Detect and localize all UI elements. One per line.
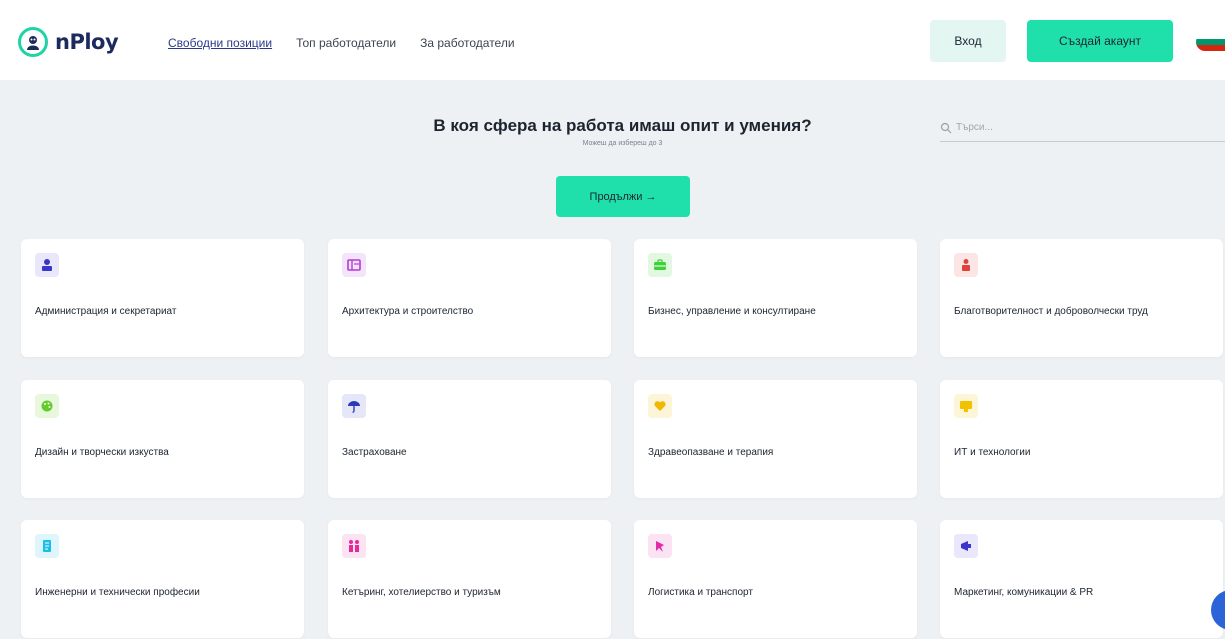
category-label: Здравеопазване и терапия (648, 447, 774, 458)
logo-text: nPloy (55, 30, 119, 54)
logo-mark-icon (18, 27, 48, 57)
umbrella-icon (342, 394, 366, 418)
search-input[interactable] (956, 122, 1196, 133)
continue-button[interactable]: Продължи → (556, 176, 690, 217)
truck-icon (648, 534, 672, 558)
category-label: Бизнес, управление и консултиране (648, 306, 816, 317)
megaphone-icon (954, 534, 978, 558)
category-card[interactable]: Маркетинг, комуникации & PR (940, 520, 1223, 638)
waiters-icon (342, 534, 366, 558)
heart-icon (648, 394, 672, 418)
category-card[interactable]: Застраховане (328, 380, 611, 498)
search-box (940, 114, 1225, 142)
search-icon (940, 122, 952, 133)
nav-for-employers[interactable]: За работодатели (420, 36, 514, 50)
category-label: Кетъринг, хотелиерство и туризъм (342, 587, 501, 598)
nav-top-employers[interactable]: Топ работодатели (296, 36, 396, 50)
category-card[interactable]: Инженерни и технически професии (21, 520, 304, 638)
category-card[interactable]: Благотворителност и доброволчески труд (940, 239, 1223, 357)
category-card[interactable]: ИТ и технологии (940, 380, 1223, 498)
create-account-button[interactable]: Създай акаунт (1027, 20, 1173, 62)
category-card[interactable]: Бизнес, управление и консултиране (634, 239, 917, 357)
language-flag-icon[interactable] (1196, 33, 1225, 51)
category-label: Маркетинг, комуникации & PR (954, 587, 1094, 598)
category-label: Логистика и транспорт (648, 587, 753, 598)
category-label: Инженерни и технически професии (35, 587, 200, 598)
palette-icon (35, 394, 59, 418)
document-gear-icon (35, 534, 59, 558)
flag-stripe-red (1196, 45, 1225, 51)
category-label: Архитектура и строителство (342, 306, 474, 317)
category-card[interactable]: Архитектура и строителство (328, 239, 611, 357)
login-button[interactable]: Вход (930, 20, 1006, 62)
category-label: Застраховане (342, 447, 407, 458)
briefcase-icon (648, 253, 672, 277)
category-card[interactable]: Кетъринг, хотелиерство и туризъм (328, 520, 611, 638)
admin-person-icon (35, 253, 59, 277)
blueprint-icon (342, 253, 366, 277)
top-header: nPloy Свободни позиции Топ работодатели … (0, 0, 1225, 80)
category-label: Благотворителност и доброволчески труд (954, 306, 1148, 317)
main-nav: Свободни позиции Топ работодатели За раб… (168, 36, 515, 50)
category-label: Администрация и секретариат (35, 306, 177, 317)
category-card[interactable]: Здравеопазване и терапия (634, 380, 917, 498)
charity-person-icon (954, 253, 978, 277)
monitor-icon (954, 394, 978, 418)
nav-free-positions[interactable]: Свободни позиции (168, 36, 272, 50)
category-card[interactable]: Логистика и транспорт (634, 520, 917, 638)
category-label: Дизайн и творчески изкуства (35, 447, 169, 458)
category-card[interactable]: Администрация и секретариат (21, 239, 304, 357)
category-card[interactable]: Дизайн и творчески изкуства (21, 380, 304, 498)
logo[interactable]: nPloy (18, 27, 119, 57)
category-label: ИТ и технологии (954, 447, 1031, 458)
